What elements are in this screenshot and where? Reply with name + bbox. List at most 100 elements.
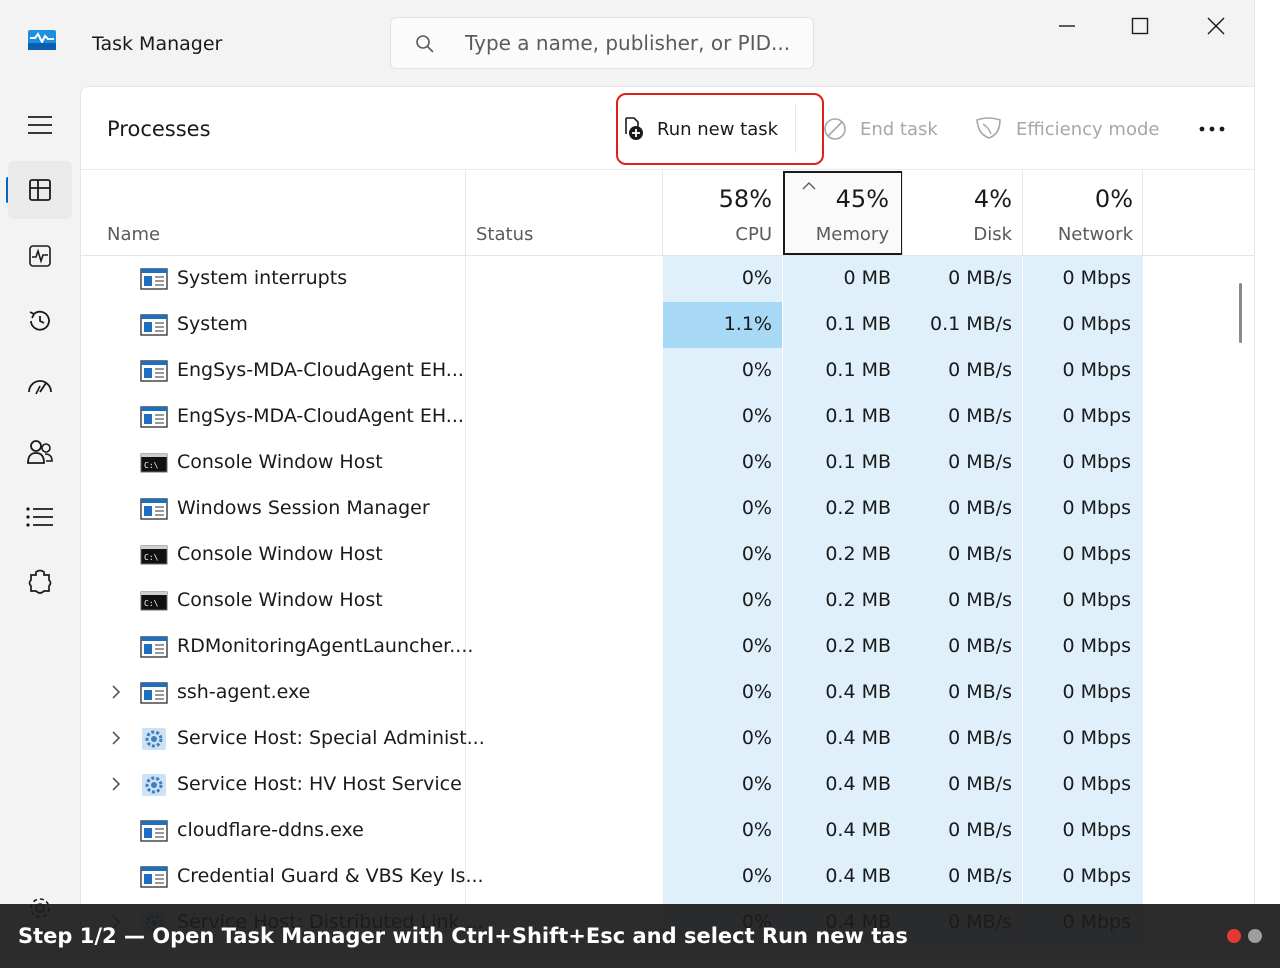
chevron-right-icon[interactable] — [109, 729, 123, 747]
process-name: Console Window Host — [177, 543, 383, 565]
process-row[interactable]: System interrupts 0% 0 MB 0 MB/s 0 Mbps — [81, 256, 1254, 302]
process-row[interactable]: System 1.1% 0.1 MB 0.1 MB/s 0 Mbps — [81, 302, 1254, 348]
process-row[interactable]: EngSys-MDA-CloudAgent EH... 0% 0.1 MB 0 MB/… — [81, 394, 1254, 440]
disk-value: 0 MB/s — [948, 589, 1012, 611]
process-list: System interrupts 0% 0 MB 0 MB/s 0 Mbps Syste… — [81, 256, 1254, 946]
process-row[interactable]: C:\ Console Window Host 0% 0.2 MB 0 MB/s 0 Mb… — [81, 578, 1254, 624]
column-divider — [465, 808, 466, 854]
process-row[interactable]: RDMonitoringAgentLauncher.... 0% 0.2 MB 0 M… — [81, 624, 1254, 670]
svg-text:C:\: C:\ — [144, 599, 159, 608]
more-options-button[interactable] — [1198, 109, 1226, 149]
app-window-icon — [140, 406, 168, 428]
disk-value: 0 MB/s — [948, 727, 1012, 749]
close-button[interactable] — [1186, 8, 1246, 44]
disk-value: 0 MB/s — [948, 773, 1012, 795]
column-header-name[interactable]: Name — [81, 171, 465, 255]
cpu-value: 0% — [741, 681, 772, 703]
cpu-value: 0% — [741, 405, 772, 427]
nav-performance[interactable] — [8, 227, 72, 285]
process-name: Service Host: HV Host Service — [177, 773, 462, 795]
nav-services[interactable] — [8, 554, 72, 612]
memory-value: 0.2 MB — [825, 497, 891, 519]
minimize-button[interactable] — [1037, 8, 1097, 44]
network-value: 0 Mbps — [1062, 589, 1131, 611]
history-icon — [29, 310, 50, 331]
column-header-memory[interactable]: 45% Memory — [783, 171, 903, 255]
column-header-disk[interactable]: 4% Disk — [903, 171, 1022, 255]
nav-startup-apps[interactable] — [8, 357, 72, 415]
process-row[interactable]: Credential Guard & VBS Key Is... 0% 0.4 MB… — [81, 854, 1254, 900]
app-title: Task Manager — [92, 33, 223, 55]
app-window-icon — [140, 820, 168, 842]
end-task-button[interactable]: End task — [822, 109, 938, 149]
nav-app-history[interactable] — [8, 292, 72, 350]
process-name: Console Window Host — [177, 589, 383, 611]
end-task-label: End task — [860, 118, 938, 140]
run-new-task-button[interactable]: Run new task — [623, 109, 778, 149]
process-row[interactable]: C:\ Console Window Host 0% 0.2 MB 0 MB/s 0 Mb… — [81, 532, 1254, 578]
search-box[interactable] — [390, 17, 814, 69]
nav-users[interactable] — [8, 423, 72, 481]
title-bar: Task Manager — [0, 0, 1254, 84]
maximize-button[interactable] — [1110, 8, 1170, 44]
disk-value: 0 MB/s — [948, 451, 1012, 473]
memory-value: 0.2 MB — [825, 589, 891, 611]
column-divider — [465, 256, 466, 302]
process-row[interactable]: Service Host: HV Host Service 0% 0.4 MB 0 M… — [81, 762, 1254, 808]
cpu-value: 0% — [741, 635, 772, 657]
chevron-right-icon[interactable] — [109, 775, 123, 793]
cpu-value: 0% — [741, 359, 772, 381]
process-row[interactable]: ssh-agent.exe 0% 0.4 MB 0 MB/s 0 Mbps — [81, 670, 1254, 716]
network-value: 0 Mbps — [1062, 635, 1131, 657]
disk-value: 0 MB/s — [948, 405, 1012, 427]
app-window-icon — [140, 268, 168, 290]
services-puzzle-icon — [28, 569, 52, 594]
process-row[interactable]: C:\ Console Window Host 0% 0.1 MB 0 MB/s 0 Mb… — [81, 440, 1254, 486]
column-header-network[interactable]: 0% Network — [1023, 171, 1143, 255]
column-header-cpu[interactable]: 58% CPU — [663, 171, 782, 255]
cpu-value: 0% — [741, 543, 772, 565]
column-header-status[interactable]: Status — [466, 171, 662, 255]
disk-value: 0 MB/s — [948, 543, 1012, 565]
nav-details[interactable] — [8, 488, 72, 546]
hamburger-icon — [28, 116, 52, 134]
process-name: RDMonitoringAgentLauncher.... — [177, 635, 474, 657]
run-new-task-icon — [625, 117, 643, 140]
disk-total-percent: 4% — [973, 185, 1012, 213]
process-row[interactable]: EngSys-MDA-CloudAgent EH... 0% 0.1 MB 0 MB/… — [81, 348, 1254, 394]
network-value: 0 Mbps — [1062, 727, 1131, 749]
network-value: 0 Mbps — [1062, 497, 1131, 519]
column-status-label: Status — [476, 224, 534, 245]
console-icon: C:\ — [140, 453, 168, 473]
process-name: Console Window Host — [177, 451, 383, 473]
cpu-value: 0% — [741, 865, 772, 887]
search-input[interactable] — [465, 28, 795, 58]
column-memory-label: Memory — [815, 224, 889, 245]
network-value: 0 Mbps — [1062, 359, 1131, 381]
efficiency-mode-button[interactable]: Efficiency mode — [974, 109, 1159, 149]
network-value: 0 Mbps — [1062, 267, 1131, 289]
step-indicator-dot — [1248, 929, 1262, 943]
minimize-icon — [1059, 25, 1075, 27]
process-row[interactable]: Windows Session Manager 0% 0.2 MB 0 MB/s 0 M… — [81, 486, 1254, 532]
chevron-right-icon[interactable] — [109, 683, 123, 701]
process-row[interactable]: Service Host: Special Administ... 0% 0.4 M… — [81, 716, 1254, 762]
column-disk-label: Disk — [973, 224, 1012, 245]
column-divider — [465, 762, 466, 808]
nav-processes[interactable] — [8, 161, 72, 219]
hamburger-menu-button[interactable] — [8, 96, 72, 154]
task-manager-app-icon — [28, 30, 56, 50]
service-gear-icon — [142, 774, 166, 796]
column-separator[interactable] — [1142, 171, 1143, 255]
cpu-value: 0% — [741, 589, 772, 611]
caption-text: Step 1/2 — Open Task Manager with Ctrl+S… — [18, 924, 908, 948]
end-task-icon — [824, 118, 846, 140]
toolbar-separator — [81, 169, 1254, 170]
console-icon: C:\ — [140, 545, 168, 565]
network-value: 0 Mbps — [1062, 865, 1131, 887]
memory-value: 0.2 MB — [825, 635, 891, 657]
svg-text:C:\: C:\ — [144, 553, 159, 562]
cpu-value: 0% — [741, 819, 772, 841]
process-row[interactable]: cloudflare-ddns.exe 0% 0.4 MB 0 MB/s 0 Mbps — [81, 808, 1254, 854]
vertical-scrollbar[interactable] — [1239, 283, 1242, 343]
